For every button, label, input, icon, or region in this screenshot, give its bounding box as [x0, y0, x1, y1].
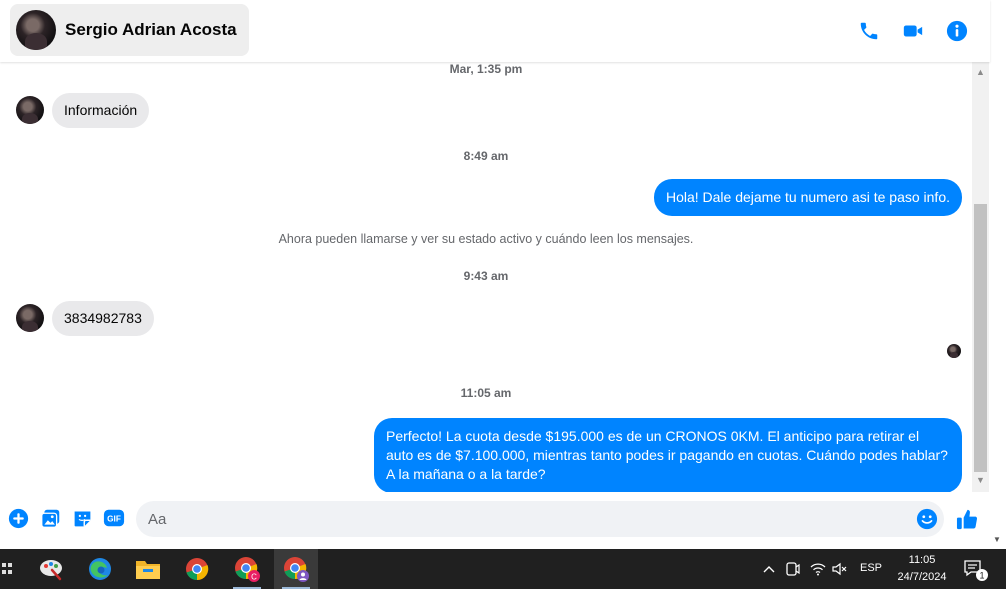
- timestamp: 11:05 am: [460, 386, 512, 400]
- svg-text:C: C: [251, 573, 257, 582]
- plus-circle-icon[interactable]: [7, 507, 29, 529]
- volume-muted-icon[interactable]: [830, 559, 850, 579]
- paint-app-icon[interactable]: [29, 549, 73, 589]
- clock-time: 11:05: [908, 554, 936, 566]
- message-input-wrapper: [136, 501, 944, 537]
- message-row-incoming: 3834982783: [16, 301, 154, 336]
- chat-notice: Ahora pueden llamarse y ver su estado ac…: [278, 232, 694, 246]
- show-hidden-icons-chevron-icon[interactable]: [759, 559, 779, 579]
- contact-avatar-small: [16, 304, 44, 333]
- contact-profile-button[interactable]: Sergio Adrian Acosta: [10, 4, 249, 56]
- contact-avatar-small: [16, 96, 44, 125]
- timestamp: 8:49 am: [463, 149, 509, 163]
- window-edge: [990, 0, 1006, 549]
- incoming-message-bubble[interactable]: Información: [52, 93, 150, 128]
- message-composer: GIF: [0, 496, 990, 546]
- edge-browser-icon[interactable]: [78, 549, 122, 589]
- chat-header: Sergio Adrian Acosta: [0, 0, 990, 62]
- emoji-icon[interactable]: [916, 508, 938, 530]
- seen-indicator: [947, 344, 961, 358]
- incoming-message-bubble[interactable]: 3834982783: [52, 301, 154, 336]
- file-explorer-icon[interactable]: [126, 549, 170, 589]
- notification-center-icon[interactable]: 1: [963, 558, 989, 582]
- chrome-profile-active-icon[interactable]: [274, 549, 318, 589]
- timestamp: Mar, 1:35 pm: [449, 62, 523, 76]
- contact-avatar: [16, 10, 56, 50]
- input-language[interactable]: ESP: [860, 562, 882, 574]
- chrome-browser-icon[interactable]: [175, 549, 219, 589]
- scroll-up-arrow-icon[interactable]: ▲: [972, 64, 989, 80]
- seen-avatar: [947, 344, 961, 358]
- sticker-icon[interactable]: [71, 507, 93, 529]
- outgoing-message-bubble[interactable]: Hola! Dale dejame tu numero asi te paso …: [653, 179, 962, 216]
- system-clock[interactable]: 11:05 24/7/2024: [890, 552, 954, 586]
- chrome-profile-c-icon[interactable]: C: [225, 549, 269, 589]
- message-input[interactable]: [148, 501, 908, 537]
- scroll-down-arrow-icon[interactable]: ▼: [972, 472, 989, 488]
- gif-icon[interactable]: GIF: [103, 507, 125, 529]
- like-thumb-icon[interactable]: [955, 507, 979, 531]
- contact-name: Sergio Adrian Acosta: [65, 20, 237, 39]
- scroll-thumb[interactable]: [974, 204, 987, 472]
- window-scroll-down-icon[interactable]: ▼: [993, 535, 1001, 544]
- gif-label: GIF: [107, 515, 121, 524]
- windows-taskbar: C ESP 11:05 24/7/2024 1: [0, 549, 1006, 589]
- phone-call-icon[interactable]: [857, 19, 881, 43]
- photo-gallery-icon[interactable]: [39, 507, 61, 529]
- message-scrollbar[interactable]: ▲ ▼: [972, 62, 989, 492]
- message-list[interactable]: Mar, 1:35 pm Información 8:49 am Hola! D…: [0, 62, 972, 492]
- task-view-icon[interactable]: [0, 549, 30, 589]
- wifi-icon[interactable]: [808, 559, 828, 579]
- notification-count: 1: [979, 571, 984, 581]
- outgoing-message-bubble[interactable]: Perfecto! La cuota desde $195.000 es de …: [374, 418, 962, 492]
- clock-date: 24/7/2024: [897, 571, 947, 583]
- meet-now-icon[interactable]: [783, 559, 803, 579]
- timestamp: 9:43 am: [463, 269, 509, 283]
- video-call-icon[interactable]: [901, 19, 925, 43]
- info-icon[interactable]: [945, 19, 969, 43]
- message-row-incoming: Información: [16, 93, 150, 128]
